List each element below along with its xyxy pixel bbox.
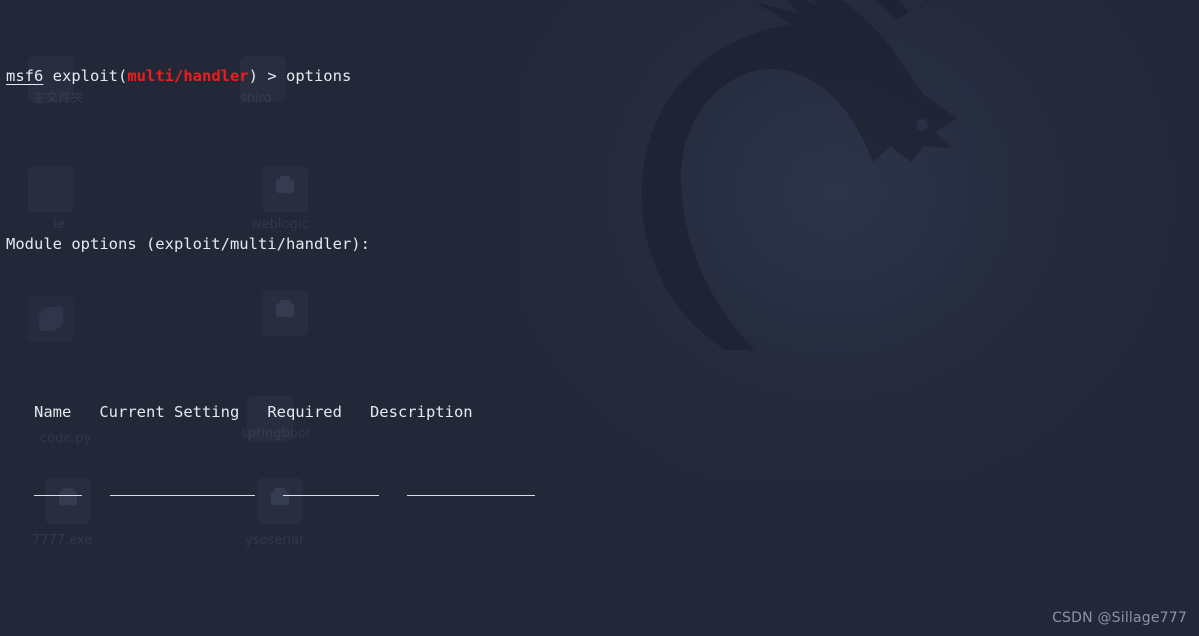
module-col-name: Name — [34, 403, 72, 421]
csdn-watermark: CSDN @Sillage777 — [1052, 610, 1187, 626]
rule-description — [407, 495, 535, 496]
prompt-line: msf6 exploit(multi/handler) > options — [6, 66, 1199, 87]
prompt-module-name: multi/handler — [127, 67, 249, 85]
module-col-description: Description — [369, 403, 473, 421]
prompt-exploit-prefix: exploit( — [43, 67, 128, 85]
prompt-exploit-suffix: ) > — [248, 67, 286, 85]
terminal-window[interactable]: 主文件夹 shiro le weblogic code.py springboo… — [0, 0, 1199, 636]
shell-name: msf6 — [6, 67, 44, 85]
module-options-heading: Module options (exploit/multi/handler): — [6, 235, 370, 253]
prompt-command: options — [285, 67, 352, 85]
rule-required — [283, 495, 379, 496]
rule-name — [34, 495, 82, 496]
module-col-required: Required — [267, 403, 342, 421]
module-col-current-setting: Current Setting — [99, 403, 240, 421]
module-options-header-row: Name Current Setting Required Descriptio… — [6, 402, 1199, 423]
rule-current-setting — [110, 495, 255, 496]
terminal-output[interactable]: msf6 exploit(multi/handler) > options Mo… — [0, 0, 1199, 636]
module-options-rule-row — [6, 486, 1199, 507]
